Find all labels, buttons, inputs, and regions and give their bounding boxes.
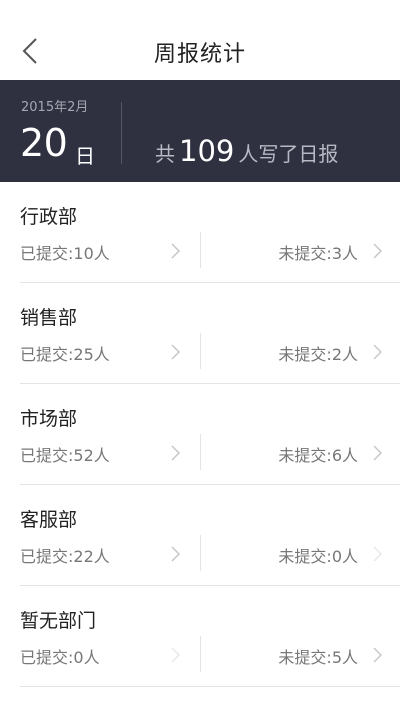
chevron-right-icon: [373, 546, 383, 562]
chevron-right-icon: [171, 647, 181, 663]
not-submitted-count: 未提交:5人: [278, 648, 358, 667]
not-submitted-link[interactable]: 未提交:3人: [201, 234, 386, 268]
day-number: 20: [20, 121, 68, 165]
submitted-link[interactable]: 已提交:22人: [20, 537, 200, 571]
department-name: 市场部: [20, 408, 78, 430]
chevron-right-icon: [171, 344, 181, 360]
submitted-count: 已提交:0人: [20, 648, 100, 667]
department-name: 行政部: [20, 206, 78, 228]
department-name: 暂无部门: [20, 610, 97, 632]
submitted-link[interactable]: 已提交:25人: [20, 335, 200, 369]
submitted-link[interactable]: 已提交:0人: [20, 638, 200, 672]
department-row: 暂无部门 已提交:0人 未提交:5人: [0, 586, 400, 687]
chevron-right-icon: [373, 344, 383, 360]
navbar: 周报统计: [0, 0, 400, 80]
department-row: 客服部 已提交:22人 未提交:0人: [0, 485, 400, 586]
not-submitted-link[interactable]: 未提交:6人: [201, 436, 386, 470]
not-submitted-count: 未提交:2人: [278, 345, 358, 364]
department-row: 市场部 已提交:52人 未提交:6人: [0, 384, 400, 485]
submitted-link[interactable]: 已提交:10人: [20, 234, 200, 268]
day-unit: 日: [75, 144, 95, 168]
page-title: 周报统计: [153, 42, 246, 67]
chevron-right-icon: [171, 546, 181, 562]
total-count: 109: [179, 134, 235, 168]
department-list: 行政部 已提交:10人 未提交:3人 销售部 已提交:25人 未提交:2人 市场…: [0, 182, 400, 687]
submitted-count: 已提交:52人: [20, 446, 110, 465]
submitted-count: 已提交:10人: [20, 244, 110, 263]
not-submitted-link[interactable]: 未提交:2人: [201, 335, 386, 369]
chevron-right-icon: [373, 243, 383, 259]
chevron-right-icon: [171, 445, 181, 461]
not-submitted-count: 未提交:3人: [278, 244, 358, 263]
summary-divider: [121, 102, 122, 164]
not-submitted-count: 未提交:0人: [278, 547, 358, 566]
chevron-right-icon: [373, 445, 383, 461]
total-writers: 共 109 人写了日报: [155, 134, 338, 168]
department-row: 行政部 已提交:10人 未提交:3人: [0, 182, 400, 283]
not-submitted-link[interactable]: 未提交:5人: [201, 638, 386, 672]
chevron-right-icon: [171, 243, 181, 259]
department-row: 销售部 已提交:25人 未提交:2人: [0, 283, 400, 384]
chevron-right-icon: [373, 647, 383, 663]
department-name: 销售部: [20, 307, 78, 329]
summary-banner: 2015年2月 20 日 共 109 人写了日报: [0, 80, 400, 182]
department-name: 客服部: [20, 509, 78, 531]
submitted-count: 已提交:22人: [20, 547, 110, 566]
total-suffix: 人写了日报: [238, 142, 339, 166]
not-submitted-count: 未提交:6人: [278, 446, 358, 465]
submitted-count: 已提交:25人: [20, 345, 110, 364]
total-prefix: 共: [155, 142, 175, 166]
not-submitted-link[interactable]: 未提交:0人: [201, 537, 386, 571]
year-month-label: 2015年2月: [21, 100, 89, 115]
submitted-link[interactable]: 已提交:52人: [20, 436, 200, 470]
